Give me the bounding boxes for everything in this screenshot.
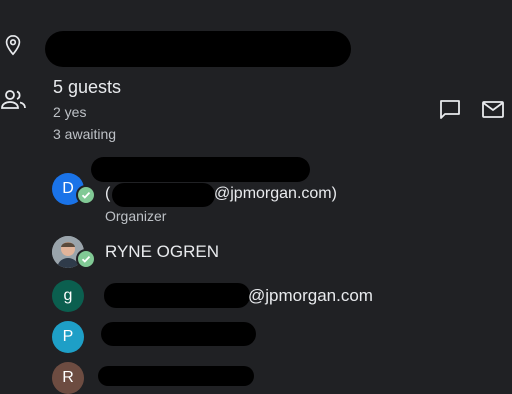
redacted-email [112,183,215,207]
redacted-name [101,322,256,346]
attendee-email-domain: @jpmorgan.com) [214,185,337,202]
attendee-email-domain: @jpmorgan.com [248,286,373,305]
mail-icon[interactable] [481,99,505,121]
redacted-email [104,283,250,308]
redacted-location [45,31,351,67]
check-icon [76,185,96,205]
redacted-name [98,366,254,386]
guests-yes-count: 2 yes [53,104,87,120]
organizer-label: Organizer [105,208,167,224]
redacted-name [91,157,310,182]
check-icon [76,249,96,269]
avatar: g [52,280,84,312]
location-pin-icon [2,33,24,57]
attendee-name: RYNE OGREN [105,242,219,261]
people-icon [0,89,28,111]
chat-icon[interactable] [438,98,462,122]
attendee-email-open: ( [105,185,111,202]
guests-awaiting-count: 3 awaiting [53,126,117,142]
avatar: R [52,362,84,394]
guests-count: 5 guests [53,77,122,97]
avatar: P [52,321,84,353]
